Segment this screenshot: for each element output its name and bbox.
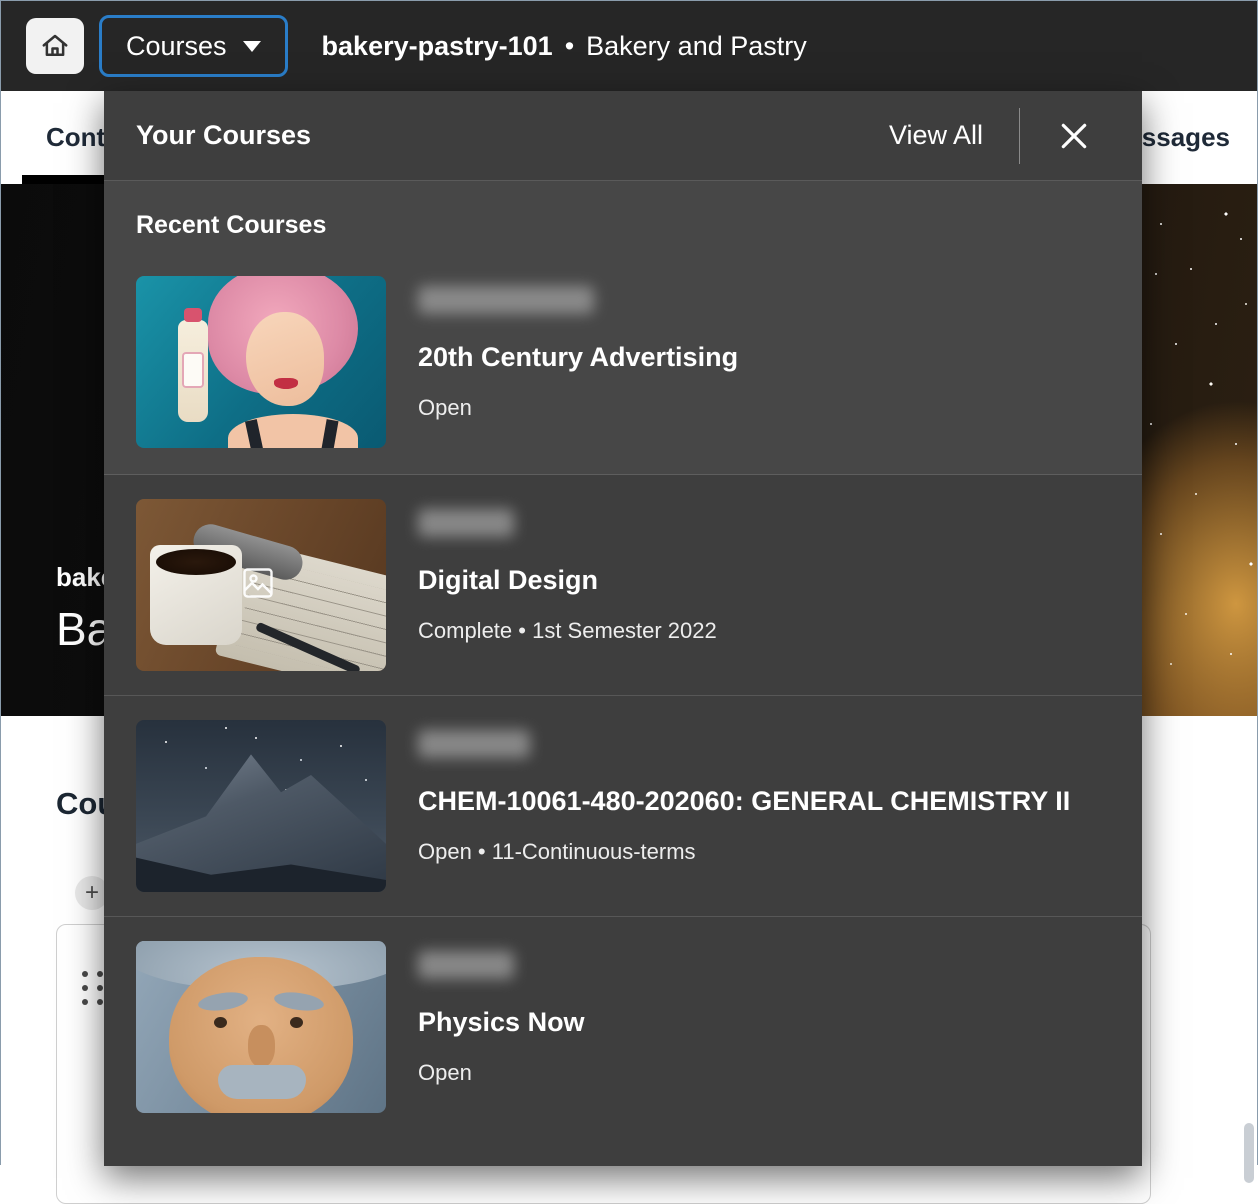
course-info: Physics Now Open — [418, 941, 585, 1086]
course-row[interactable]: Physics Now Open — [104, 917, 1142, 1137]
chevron-down-icon — [243, 41, 261, 52]
blurred-course-id — [418, 951, 514, 979]
courses-dropdown-panel: Your Courses View All Recent Courses — [104, 91, 1142, 1166]
breadcrumb-separator: • — [565, 31, 574, 62]
course-status: Open — [418, 395, 738, 421]
breadcrumb: bakery-pastry-101 • Bakery and Pastry — [322, 31, 807, 62]
course-thumbnail-chemistry — [136, 720, 386, 892]
course-title: 20th Century Advertising — [418, 342, 738, 373]
top-navigation-bar: Courses bakery-pastry-101 • Bakery and P… — [1, 1, 1257, 91]
panel-title: Your Courses — [136, 120, 889, 151]
course-row[interactable]: CHEM-10061-480-202060: GENERAL CHEMISTRY… — [104, 696, 1142, 917]
home-button[interactable] — [26, 18, 84, 74]
course-status: Open • 11-Continuous-terms — [418, 839, 1070, 865]
course-info: Digital Design Complete • 1st Semester 2… — [418, 499, 717, 644]
view-all-link[interactable]: View All — [889, 120, 983, 151]
course-row[interactable]: 20th Century Advertising Open — [136, 276, 1110, 474]
course-status: Open — [418, 1060, 585, 1086]
image-placeholder-icon — [240, 565, 276, 601]
blurred-course-id — [418, 286, 594, 314]
header-divider — [1019, 108, 1020, 164]
course-status: Complete • 1st Semester 2022 — [418, 618, 717, 644]
course-info: 20th Century Advertising Open — [418, 276, 738, 421]
course-title: Digital Design — [418, 565, 717, 596]
close-button[interactable] — [1050, 112, 1098, 160]
course-info: CHEM-10061-480-202060: GENERAL CHEMISTRY… — [418, 720, 1070, 865]
course-title: Physics Now — [418, 1007, 585, 1038]
course-row[interactable]: Digital Design Complete • 1st Semester 2… — [104, 475, 1142, 696]
recent-courses-heading: Recent Courses — [136, 211, 1110, 240]
home-icon — [40, 31, 70, 61]
course-thumbnail-advertising — [136, 276, 386, 448]
courses-button-label: Courses — [126, 31, 227, 62]
breadcrumb-course-id: bakery-pastry-101 — [322, 31, 553, 62]
course-title: CHEM-10061-480-202060: GENERAL CHEMISTRY… — [418, 786, 1070, 817]
breadcrumb-course-name: Bakery and Pastry — [586, 31, 807, 62]
blurred-course-id — [418, 509, 514, 537]
course-thumbnail-physics — [136, 941, 386, 1113]
panel-body: Recent Courses 20th Century Advertising … — [104, 181, 1142, 1137]
close-icon — [1058, 120, 1090, 152]
blurred-course-id — [418, 730, 530, 758]
scrollbar-thumb[interactable] — [1244, 1123, 1254, 1183]
recent-courses-section: Recent Courses 20th Century Advertising … — [104, 181, 1142, 475]
plus-icon: + — [85, 879, 99, 907]
course-thumbnail-digital-design — [136, 499, 386, 671]
courses-menu-button[interactable]: Courses — [99, 15, 288, 77]
panel-header: Your Courses View All — [104, 91, 1142, 181]
drag-handle-icon[interactable] — [82, 971, 103, 1005]
